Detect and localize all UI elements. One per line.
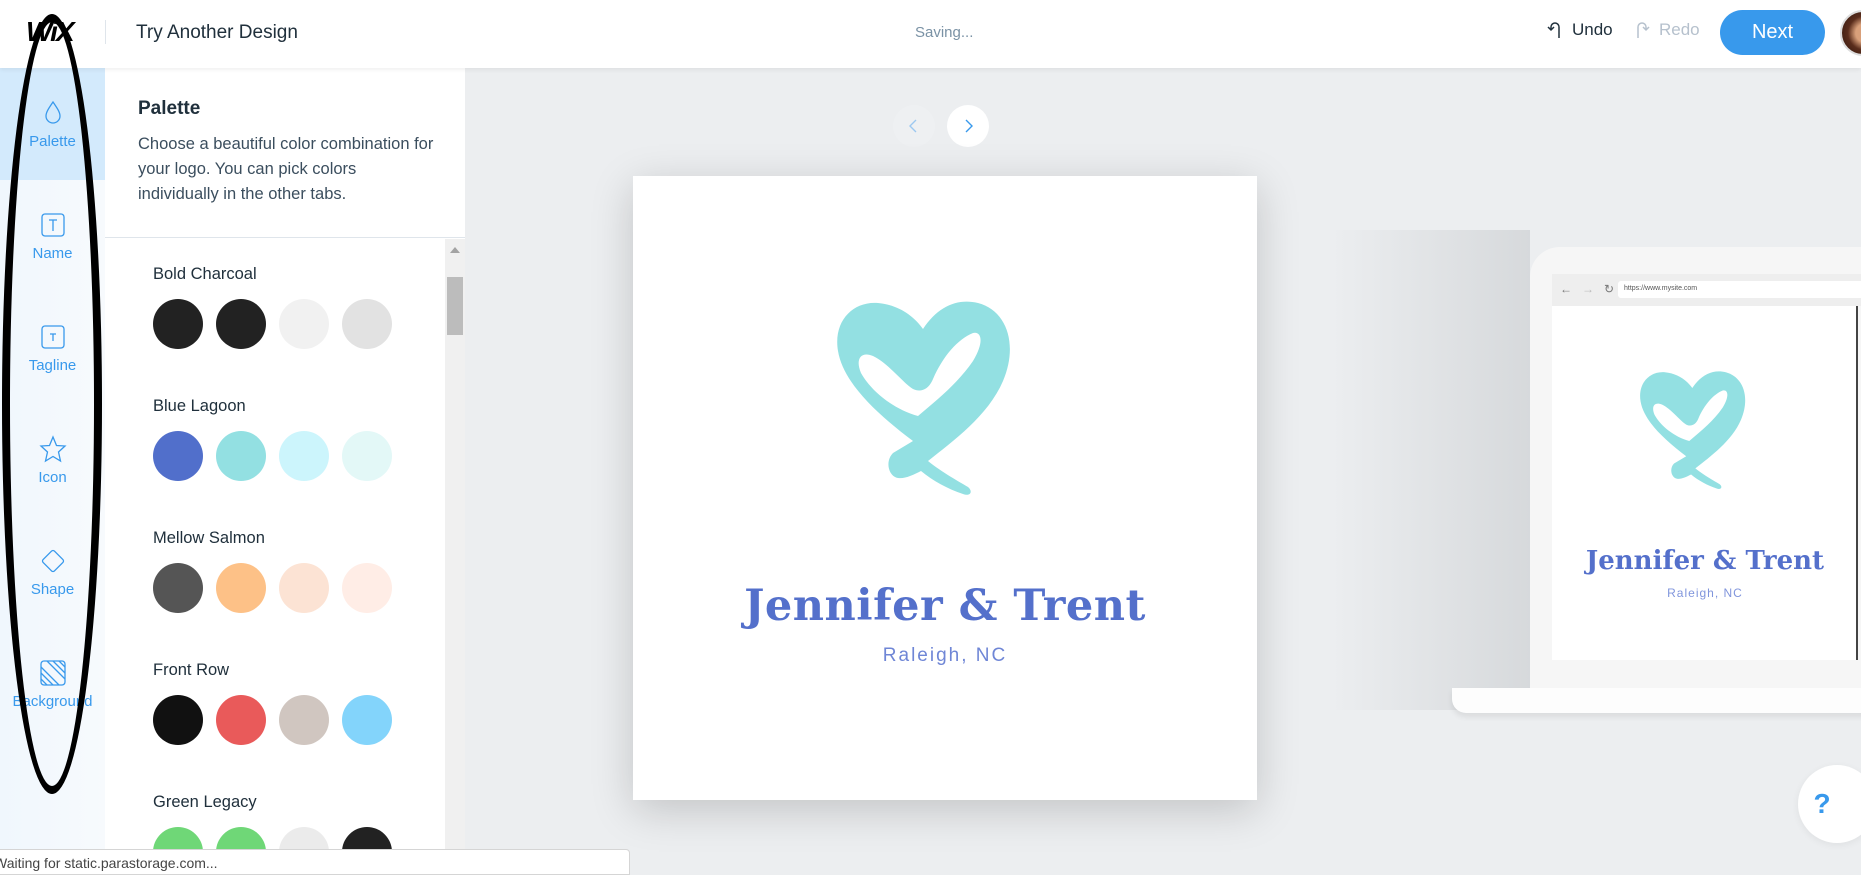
heart-icon: [837, 301, 1010, 495]
palette-option[interactable]: Mellow Salmon: [153, 529, 423, 613]
undo-button[interactable]: Undo: [1546, 20, 1613, 40]
color-swatch[interactable]: [216, 431, 266, 481]
color-swatch[interactable]: [153, 431, 203, 481]
mockup-shadow: [1330, 230, 1530, 710]
sidebar-label: Shape: [30, 580, 75, 598]
header-divider: [105, 20, 106, 44]
browser-url: https://www.mysite.com: [1618, 281, 1861, 298]
mockup-tagline: Raleigh, NC: [1667, 586, 1743, 600]
scroll-thumb[interactable]: [447, 277, 463, 335]
sidebar-label: Tagline: [28, 356, 77, 374]
color-swatch[interactable]: [216, 299, 266, 349]
redo-label: Redo: [1659, 20, 1700, 39]
user-avatar[interactable]: [1840, 10, 1861, 56]
mockup-site-view: Jennifer & Trent Raleigh, NC: [1552, 306, 1858, 660]
undo-label: Undo: [1572, 20, 1613, 39]
sidebar-item-background[interactable]: Background: [0, 628, 105, 740]
palette-name: Blue Lagoon: [153, 397, 246, 415]
back-arrow-icon: ←: [1560, 282, 1572, 296]
panel-header: Palette Choose a beautiful color combina…: [105, 68, 465, 238]
heart-icon: [1640, 371, 1746, 489]
color-swatch[interactable]: [153, 695, 203, 745]
star-icon: [38, 434, 67, 462]
top-header: WiX Try Another Design Saving... Undo Re…: [0, 0, 1861, 68]
browser-status-bar: Waiting for static.parastorage.com...: [0, 849, 630, 875]
color-swatch[interactable]: [216, 563, 266, 613]
help-button[interactable]: ?: [1798, 765, 1861, 843]
color-swatch[interactable]: [279, 563, 329, 613]
logo-tagline: Raleigh, NC: [882, 645, 1008, 666]
color-swatch[interactable]: [342, 695, 392, 745]
swatch-row: [153, 563, 423, 613]
diamond-icon: [41, 549, 64, 572]
chevron-right-icon: [965, 119, 973, 133]
scroll-up-arrow-icon[interactable]: [450, 247, 460, 253]
panel-title: Palette: [138, 98, 201, 119]
hatched-square-icon: [39, 659, 66, 686]
palette-option[interactable]: Front Row: [153, 661, 423, 745]
redo-arrow-icon: [1637, 22, 1650, 38]
sidebar-item-palette[interactable]: Palette: [0, 68, 105, 180]
page-title: Try Another Design: [136, 22, 298, 43]
wix-logo[interactable]: WiX: [26, 16, 75, 48]
logo-preview-card: Jennifer & Trent Raleigh, NC: [633, 176, 1257, 800]
color-swatch[interactable]: [279, 695, 329, 745]
palette-name: Mellow Salmon: [153, 529, 265, 547]
swatch-row: [153, 695, 423, 745]
sidebar-item-tagline[interactable]: Tagline: [0, 292, 105, 404]
refresh-icon: ↻: [1604, 282, 1615, 296]
palette-name: Bold Charcoal: [153, 265, 257, 283]
palette-list: Bold Charcoal Blue Lagoon Mellow Salmon …: [105, 239, 445, 875]
sidebar-item-icon[interactable]: Icon: [0, 404, 105, 516]
palette-option[interactable]: Bold Charcoal: [153, 265, 423, 349]
logo-business-name: Jennifer & Trent: [744, 581, 1146, 631]
panel-description: Choose a beautiful color combination for…: [138, 135, 434, 203]
forward-arrow-icon: →: [1582, 282, 1594, 296]
mockup-business-name: Jennifer & Trent: [1585, 546, 1825, 576]
sidebar-label: Palette: [29, 132, 76, 150]
laptop-mockup: ← → ↻ https://www.mysite.com Jennifer & …: [1530, 247, 1861, 689]
browser-toolbar: ← → ↻ https://www.mysite.com: [1552, 274, 1861, 306]
color-swatch[interactable]: [153, 299, 203, 349]
color-swatch[interactable]: [342, 563, 392, 613]
next-design-button[interactable]: [947, 105, 989, 147]
color-swatch[interactable]: [216, 695, 266, 745]
palette-name: Front Row: [153, 661, 230, 679]
swatch-row: [153, 431, 423, 481]
droplet-icon: [44, 100, 61, 124]
next-button[interactable]: Next: [1720, 10, 1825, 55]
redo-button[interactable]: Redo: [1633, 20, 1700, 40]
palette-option[interactable]: Blue Lagoon: [153, 397, 423, 481]
chevron-left-icon: [909, 119, 917, 133]
color-swatch[interactable]: [342, 299, 392, 349]
palette-name: Green Legacy: [153, 793, 257, 811]
palette-scrollbar[interactable]: [445, 239, 465, 875]
sidebar-item-shape[interactable]: Shape: [0, 516, 105, 628]
color-swatch[interactable]: [279, 431, 329, 481]
tools-sidebar: Palette Name Tagline Icon Shape Backgrou…: [0, 68, 105, 875]
swatch-row: [153, 299, 423, 349]
palette-panel: Palette Choose a beautiful color combina…: [105, 68, 465, 875]
undo-arrow-icon: [1547, 22, 1560, 38]
text-box-small-icon: [40, 324, 65, 349]
color-swatch[interactable]: [279, 299, 329, 349]
sidebar-label: Icon: [38, 468, 67, 486]
sidebar-item-name[interactable]: Name: [0, 180, 105, 292]
saving-status: Saving...: [915, 24, 974, 41]
previous-design-button[interactable]: [893, 105, 935, 147]
text-box-icon: [40, 212, 65, 237]
color-swatch[interactable]: [153, 563, 203, 613]
sidebar-label: Background: [12, 692, 93, 710]
browser-nav-icons: ← → ↻: [1560, 282, 1614, 296]
color-swatch[interactable]: [342, 431, 392, 481]
laptop-base: [1452, 688, 1861, 713]
sidebar-label: Name: [32, 244, 73, 262]
